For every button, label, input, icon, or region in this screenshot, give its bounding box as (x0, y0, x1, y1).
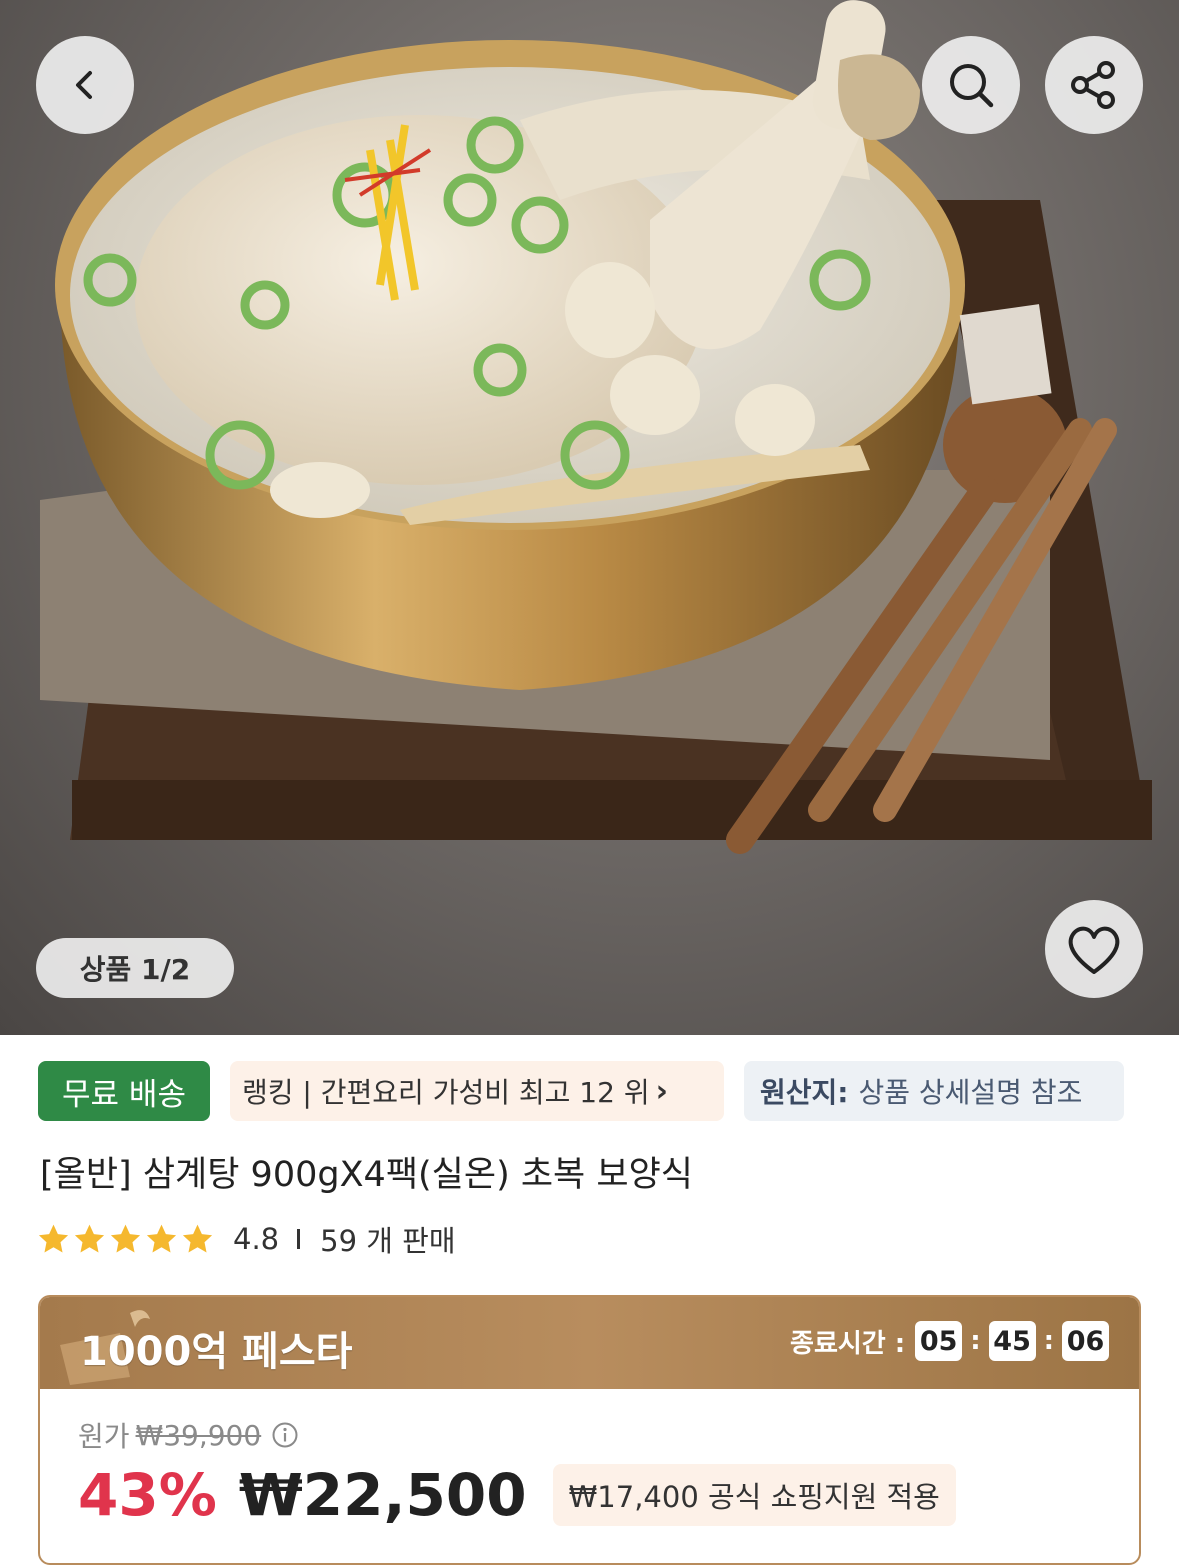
sale-price-row: 43% ₩22,500 ₩17,400 공식 쇼핑지원 적용 (78, 1459, 956, 1531)
search-button[interactable] (922, 36, 1020, 134)
star-icon (38, 1224, 69, 1252)
product-image[interactable]: 상품 1/2 (0, 0, 1179, 1035)
timer-seconds: 06 (1062, 1321, 1109, 1361)
like-button[interactable] (1045, 900, 1143, 998)
share-icon (1071, 61, 1115, 109)
info-icon[interactable] (271, 1421, 299, 1449)
chevron-right-icon: › (655, 1073, 668, 1109)
star-icon (110, 1224, 141, 1252)
origin-label: 원산지: (760, 1076, 849, 1109)
origin-badge: 원산지: 상품 상세설명 참조 (744, 1061, 1124, 1121)
countdown-timer: 종료시간 : 05 : 45 : 06 (790, 1321, 1109, 1361)
original-label: 원가 (78, 1420, 130, 1453)
sold-count: 59 개 판매 (320, 1224, 456, 1258)
rating-value: 4.8 (233, 1222, 280, 1256)
free-shipping-badge: 무료 배송 (38, 1061, 210, 1121)
timer-minutes: 45 (988, 1321, 1036, 1361)
sale-price: ₩22,500 (238, 1461, 527, 1529)
search-icon (950, 64, 994, 108)
promo-title: 1000억 페스타 (80, 1329, 353, 1375)
share-button[interactable] (1045, 36, 1143, 134)
original-price: ₩39,900 (135, 1418, 262, 1452)
samgyetang-photo (40, 0, 1152, 854)
star-icon (182, 1224, 213, 1252)
festa-promo-box: 1000억 페스타 종료시간 : 05 : 45 : 06 원가 ₩39,900… (38, 1295, 1141, 1565)
origin-value: 상품 상세설명 참조 (858, 1076, 1083, 1109)
star-icon (146, 1224, 177, 1252)
product-title: [올반] 삼계탕 900gX4팩(실온) 초복 보양식 (40, 1155, 693, 1195)
star-icon (74, 1224, 105, 1252)
timer-label: 종료시간 : (790, 1328, 906, 1359)
divider (297, 1229, 301, 1249)
discount-rate: 43% (78, 1461, 217, 1529)
timer-hours: 05 (915, 1321, 963, 1361)
heart-icon (1068, 926, 1120, 974)
promo-header: 1000억 페스타 종료시간 : 05 : 45 : 06 (40, 1297, 1139, 1389)
chevron-left-icon (76, 71, 92, 99)
back-button[interactable] (36, 36, 134, 134)
original-price-row: 원가 ₩39,900 (78, 1415, 299, 1455)
badge-row: 무료 배송 랭킹 | 간편요리 가성비 최고 12 위 › 원산지: 상품 상세… (38, 1061, 1179, 1121)
shopping-support-badge: ₩17,400 공식 쇼핑지원 적용 (552, 1464, 956, 1526)
ranking-text: 랭킹 | 간편요리 가성비 최고 12 위 (242, 1076, 650, 1109)
star-rating (36, 1222, 215, 1257)
ranking-badge[interactable]: 랭킹 | 간편요리 가성비 최고 12 위 › (230, 1061, 724, 1121)
image-counter: 상품 1/2 (36, 938, 234, 998)
rating-row[interactable]: 4.8 59 개 판매 (36, 1216, 456, 1262)
